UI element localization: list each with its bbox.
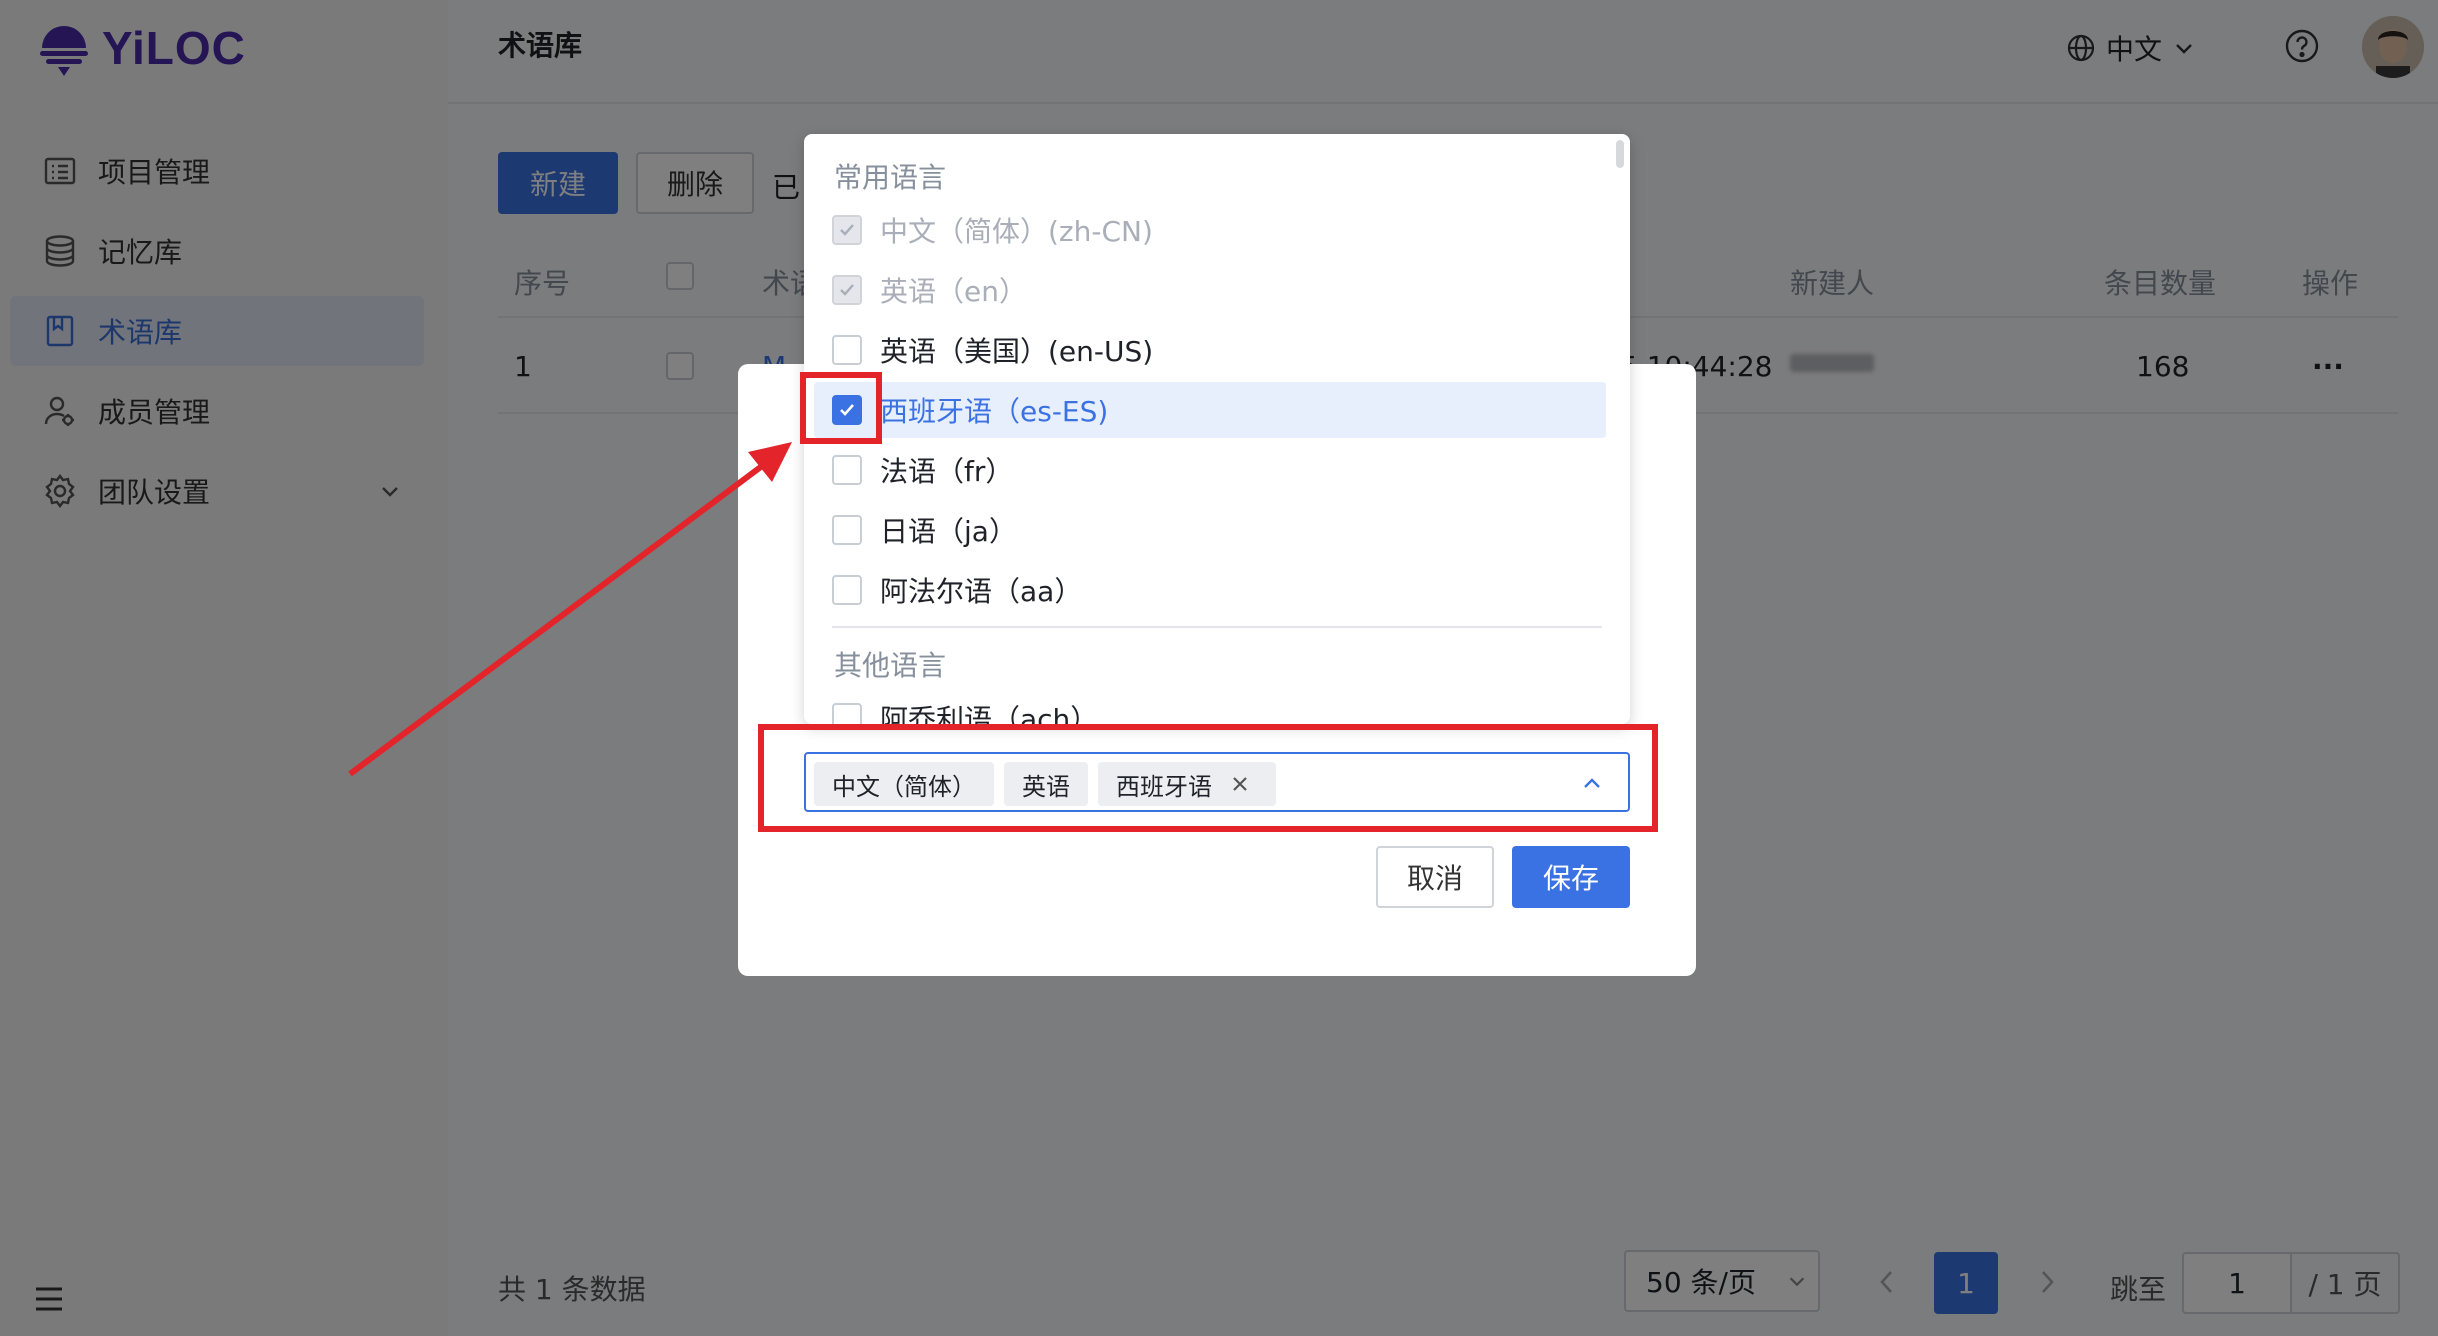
checkbox[interactable] bbox=[832, 455, 862, 485]
option-en: 英语（en） bbox=[804, 262, 1630, 318]
check-icon bbox=[840, 284, 854, 296]
option-label: 阿乔利语（ach） bbox=[880, 703, 1099, 724]
option-label: 中文（简体）(zh-CN) bbox=[880, 215, 1153, 248]
option-label: 日语（ja） bbox=[880, 515, 1017, 548]
option-en-us[interactable]: 英语（美国）(en-US) bbox=[804, 322, 1630, 378]
option-label: 西班牙语（es-ES) bbox=[880, 395, 1109, 428]
option-ach[interactable]: 阿乔利语（ach） bbox=[804, 690, 1630, 724]
cancel-button[interactable]: 取消 bbox=[1376, 846, 1494, 908]
option-fr[interactable]: 法语（fr） bbox=[804, 442, 1630, 498]
group-divider bbox=[832, 626, 1602, 628]
checkbox-disabled-checked bbox=[832, 275, 862, 305]
option-es-es[interactable]: 西班牙语（es-ES) bbox=[804, 382, 1630, 438]
checkbox[interactable] bbox=[832, 703, 862, 724]
checkbox-disabled-checked bbox=[832, 215, 862, 245]
option-ja[interactable]: 日语（ja） bbox=[804, 502, 1630, 558]
language-dropdown: 常用语言 中文（简体）(zh-CN) 英语（en） 英语（美国）(en-US) … bbox=[804, 134, 1630, 724]
check-icon bbox=[840, 224, 854, 236]
option-aa[interactable]: 阿法尔语（aa） bbox=[804, 562, 1630, 618]
option-label: 英语（美国）(en-US) bbox=[880, 335, 1154, 368]
annotation-highlight-select bbox=[758, 724, 1658, 832]
checkbox[interactable] bbox=[832, 575, 862, 605]
option-zh-cn: 中文（简体）(zh-CN) bbox=[804, 202, 1630, 258]
checkbox[interactable] bbox=[832, 515, 862, 545]
save-button[interactable]: 保存 bbox=[1512, 846, 1630, 908]
checkbox[interactable] bbox=[832, 335, 862, 365]
group-label-common: 常用语言 bbox=[834, 161, 947, 194]
dropdown-scrollbar[interactable] bbox=[1616, 140, 1624, 168]
option-label: 英语（en） bbox=[880, 275, 1027, 308]
annotation-highlight-checkbox bbox=[800, 372, 882, 444]
option-label: 法语（fr） bbox=[880, 455, 1014, 488]
option-label: 阿法尔语（aa） bbox=[880, 575, 1083, 608]
group-label-other: 其他语言 bbox=[834, 649, 947, 682]
